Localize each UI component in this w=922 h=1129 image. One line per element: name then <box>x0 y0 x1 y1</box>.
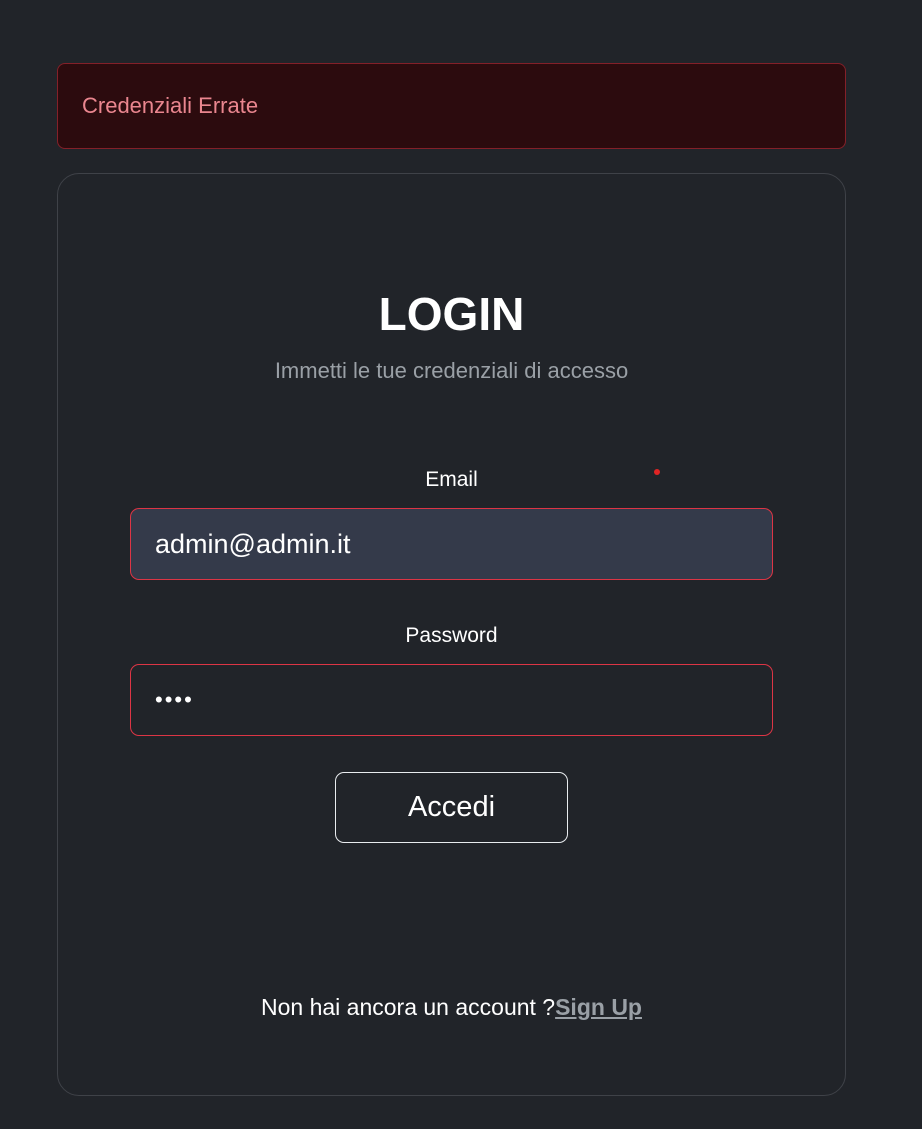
page-title: LOGIN <box>378 288 525 340</box>
login-button[interactable]: Accedi <box>335 772 568 843</box>
cursor-dot-icon <box>654 469 660 475</box>
password-field[interactable]: •••• <box>130 664 773 736</box>
email-field-value: admin@admin.it <box>155 528 351 559</box>
page-subtitle: Immetti le tue credenziali di accesso <box>274 358 629 383</box>
password-label: Password <box>405 624 498 647</box>
error-alert-message: Credenziali Errate <box>82 93 259 118</box>
signup-prompt-row: Non hai ancora un account ?Sign Up <box>58 992 845 1022</box>
email-field[interactable]: admin@admin.it <box>130 508 773 580</box>
error-alert: Credenziali Errate <box>57 63 846 149</box>
login-card: LOGIN Immetti le tue credenziali di acce… <box>57 173 846 1096</box>
password-field-value: •••• <box>155 687 194 712</box>
signup-prompt-text: Non hai ancora un account ? <box>261 994 556 1020</box>
email-label: Email <box>425 468 478 491</box>
signup-link[interactable]: Sign Up <box>555 994 642 1020</box>
